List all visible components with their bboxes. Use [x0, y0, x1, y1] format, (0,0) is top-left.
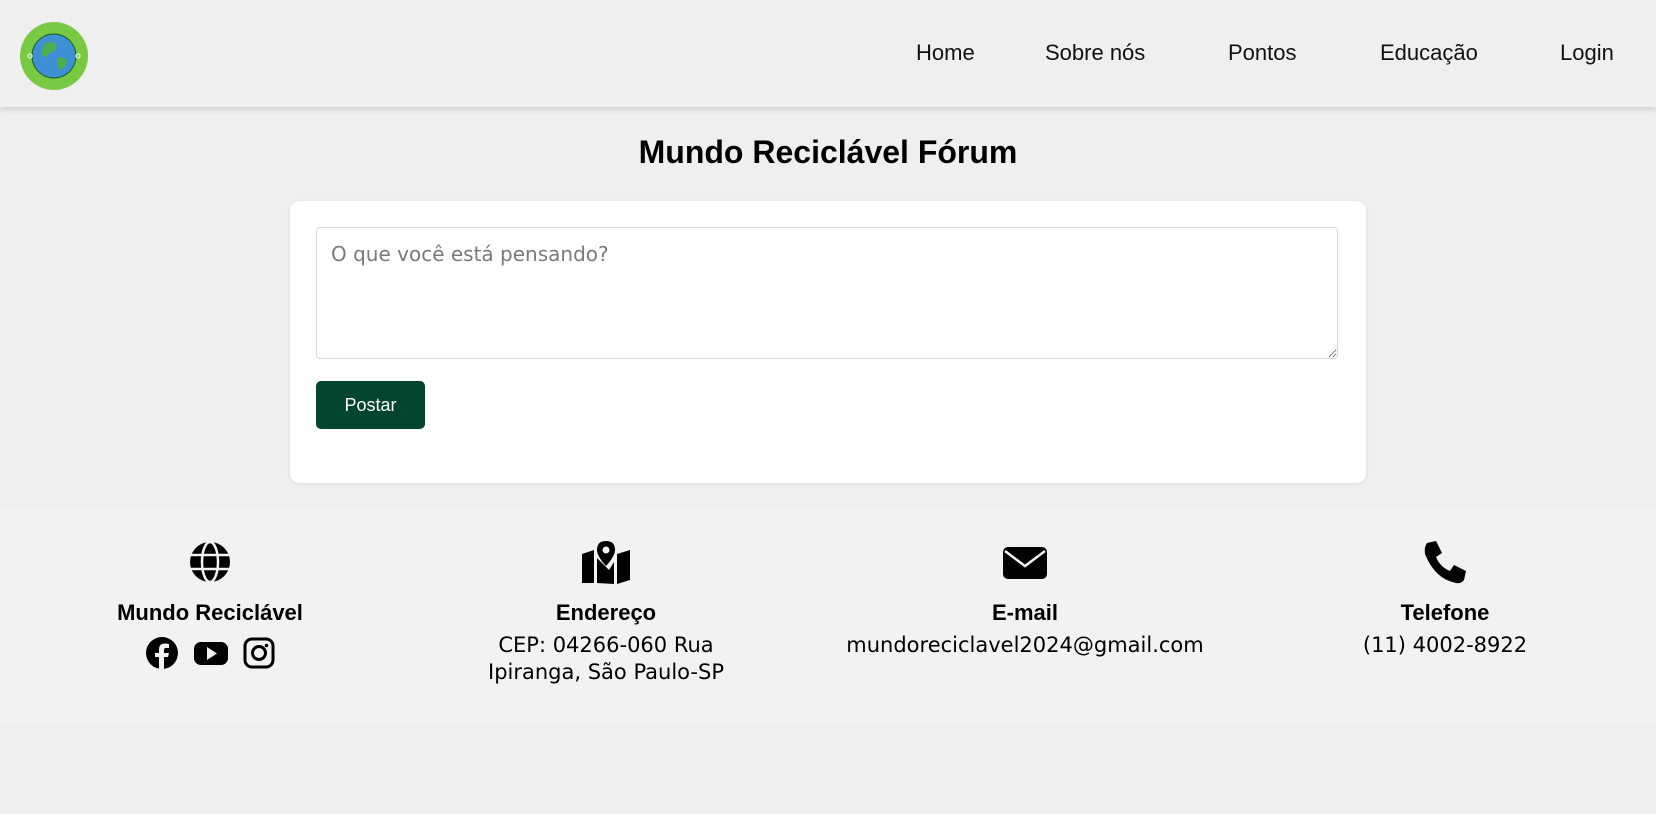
envelope-icon [1003, 547, 1047, 579]
footer-phone: Telefone (11) 4002-8922 [1330, 540, 1560, 659]
nav-pontos[interactable]: Pontos [1228, 40, 1297, 66]
site-header: Home Sobre nós Pontos Educação Login [0, 0, 1656, 107]
logo-icon [20, 22, 88, 90]
email-value[interactable]: mundoreciclavel2024@gmail.com [840, 632, 1210, 659]
map-icon [582, 541, 630, 584]
instagram-icon[interactable] [243, 636, 275, 675]
post-card: Postar [290, 201, 1366, 483]
footer-email-heading: E-mail [991, 600, 1059, 625]
nav-home[interactable]: Home [916, 40, 975, 66]
footer-email: E-mail mundoreciclavel2024@gmail.com [840, 540, 1210, 659]
footer-address: Endereço CEP: 04266-060 Rua Ipiranga, Sã… [466, 540, 746, 686]
globe-icon [190, 540, 230, 584]
nav-login[interactable]: Login [1560, 40, 1614, 66]
facebook-icon[interactable] [145, 636, 179, 675]
footer-address-heading: Endereço [555, 600, 657, 625]
site-footer: Mundo Reciclável Endereço CEP: 04266-060… [0, 510, 1656, 723]
page-title: Mundo Reciclável Fórum [638, 134, 1018, 170]
social-links [110, 636, 310, 675]
footer-brand: Mundo Reciclável [110, 540, 310, 675]
nav-sobre-nos[interactable]: Sobre nós [1045, 40, 1145, 66]
post-textarea[interactable] [316, 227, 1338, 359]
nav-educacao[interactable]: Educação [1380, 40, 1478, 66]
phone-icon [1424, 541, 1466, 584]
phone-value[interactable]: (11) 4002-8922 [1330, 632, 1560, 659]
youtube-icon[interactable] [193, 636, 229, 675]
post-button[interactable]: Postar [316, 381, 425, 429]
footer-phone-heading: Telefone [1400, 600, 1490, 625]
logo[interactable] [20, 22, 88, 90]
footer-brand-heading: Mundo Reciclável [117, 600, 303, 625]
address-line-1: CEP: 04266-060 Rua [498, 633, 714, 657]
address-line-2: Ipiranga, São Paulo-SP [488, 660, 724, 684]
